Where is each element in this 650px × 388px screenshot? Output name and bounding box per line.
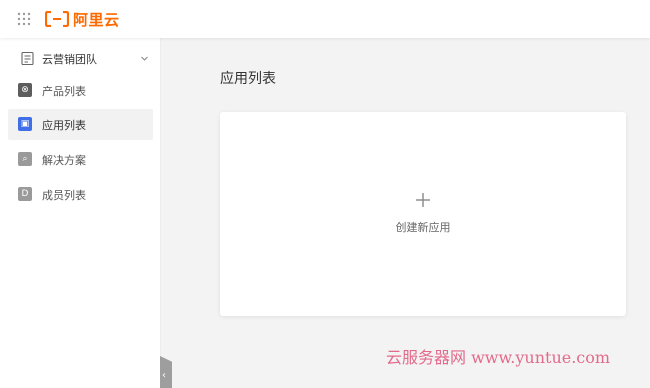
chevron-down-icon[interactable]	[140, 54, 149, 63]
solution-icon: ⌕	[18, 152, 32, 166]
sidebar-collapse-handle[interactable]: ‹	[160, 356, 172, 388]
sidebar: 云营销团队 ⊗ 产品列表 ▣ 应用列表 ⌕ 解决方案 D 成员列表	[0, 38, 161, 388]
top-bar: 阿里云	[0, 0, 650, 38]
page-title: 应用列表	[220, 71, 276, 87]
team-selector[interactable]: 云营销团队	[0, 48, 160, 70]
aliyun-logo[interactable]: 阿里云	[45, 8, 120, 30]
sidebar-item-label: 应用列表	[42, 119, 86, 132]
app-icon: ▣	[18, 117, 32, 131]
create-app-label: 创建新应用	[395, 221, 451, 234]
watermark: 云服务器网 www.yuntue.com	[386, 348, 611, 367]
sidebar-item-members[interactable]: D 成员列表	[8, 179, 153, 210]
product-icon: ⊗	[18, 83, 32, 97]
sidebar-item-label: 成员列表	[42, 189, 86, 202]
sidebar-item-apps[interactable]: ▣ 应用列表	[8, 109, 153, 140]
sidebar-item-label: 解决方案	[42, 154, 86, 167]
chevron-left-icon: ‹	[162, 370, 166, 381]
create-app-card[interactable]: 创建新应用	[220, 112, 626, 316]
sidebar-item-products[interactable]: ⊗ 产品列表	[8, 75, 153, 106]
apps-grid-icon[interactable]	[17, 12, 31, 26]
sidebar-item-label: 产品列表	[42, 85, 86, 98]
sidebar-item-solutions[interactable]: ⌕ 解决方案	[8, 144, 153, 175]
logo-text: 阿里云	[73, 10, 120, 29]
member-icon: D	[18, 187, 32, 201]
team-label: 云营销团队	[42, 53, 97, 66]
team-icon	[21, 51, 34, 66]
aliyun-logo-icon	[45, 11, 69, 27]
plus-icon	[416, 193, 430, 207]
